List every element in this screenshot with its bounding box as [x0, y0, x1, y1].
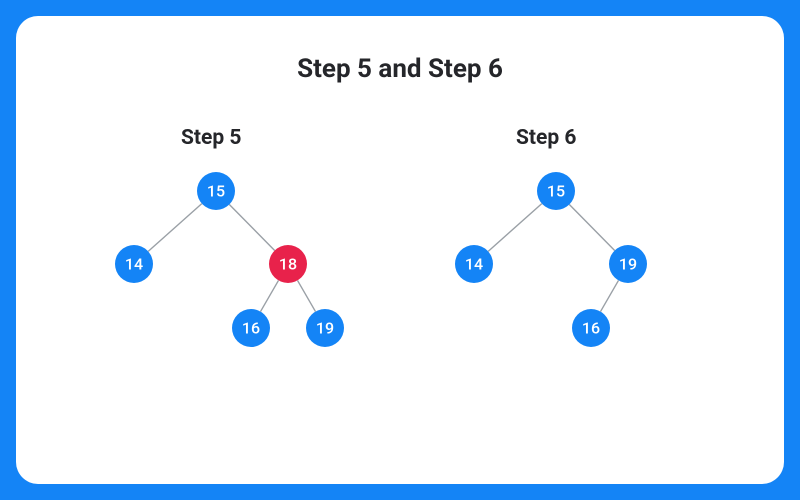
main-title: Step 5 and Step 6 [16, 54, 784, 84]
tree-step5: 15 14 18 16 19 [76, 161, 366, 351]
tree-node-label: 19 [316, 319, 334, 338]
tree-edge [569, 205, 614, 251]
subtitle-step5: Step 5 [181, 126, 241, 150]
tree-step6: 15 14 19 16 [416, 161, 706, 351]
tree-node-label: 16 [582, 319, 600, 338]
subtitle-step6: Step 6 [516, 126, 576, 150]
tree-node-label: 18 [279, 255, 297, 274]
tree-node-label: 14 [125, 255, 143, 274]
tree-node-label: 15 [547, 182, 565, 201]
card: Step 5 and Step 6 Step 5 15 14 18 16 19 Step… [16, 16, 784, 484]
tree-edge [601, 280, 619, 311]
tree-node-label: 14 [465, 255, 483, 274]
outer-frame: Step 5 and Step 6 Step 5 15 14 18 16 19 Step… [0, 0, 800, 500]
tree-edge [261, 280, 279, 311]
tree-node-label: 15 [207, 182, 225, 201]
tree-edge [488, 204, 542, 252]
tree-node-label: 19 [619, 255, 637, 274]
tree-edge [148, 204, 202, 252]
tree-node-label: 16 [242, 319, 260, 338]
tree-edge [229, 205, 274, 251]
tree-edge [298, 280, 316, 311]
